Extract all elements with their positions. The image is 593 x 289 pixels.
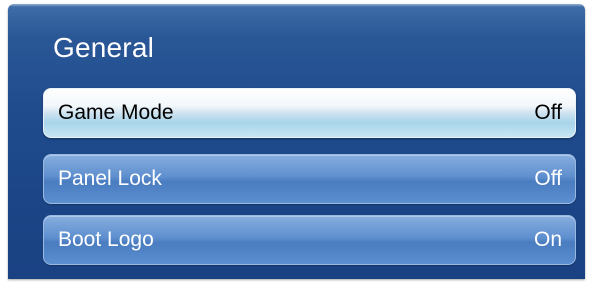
menu-item-boot-logo[interactable]: Boot Logo On — [43, 215, 576, 265]
menu-item-value: On — [533, 228, 562, 251]
menu-item-game-mode[interactable]: Game Mode Off — [43, 88, 576, 138]
general-menu-panel: General Game Mode Off Panel Lock Off Boo… — [8, 4, 585, 279]
menu-item-label: Boot Logo — [58, 228, 154, 251]
menu-item-value: Off — [534, 101, 562, 124]
menu-item-label: Panel Lock — [58, 167, 162, 190]
panel-sheen — [8, 4, 585, 7]
menu-item-value: Off — [534, 167, 562, 190]
menu-title: General — [53, 32, 155, 63]
menu-item-panel-lock[interactable]: Panel Lock Off — [43, 154, 576, 204]
menu-item-label: Game Mode — [58, 101, 174, 124]
